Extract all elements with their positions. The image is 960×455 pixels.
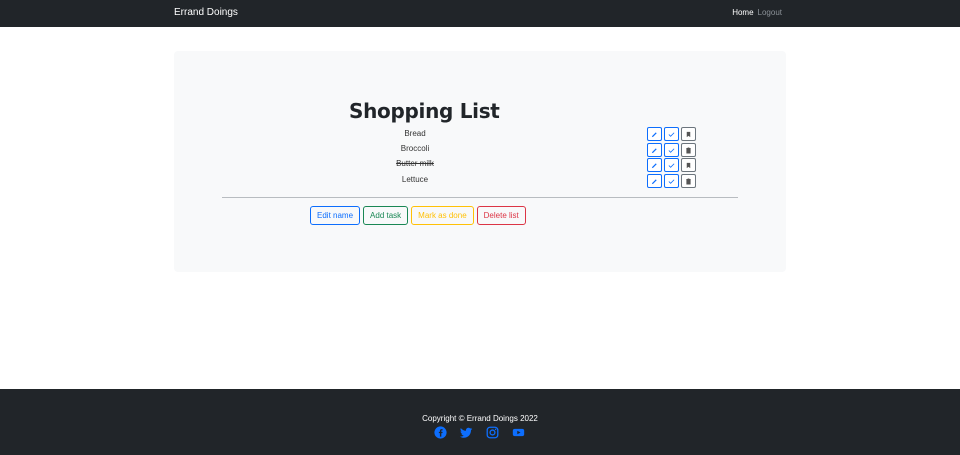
check-icon — [668, 131, 675, 137]
edit-task-button[interactable] — [647, 174, 662, 188]
trash-icon — [686, 178, 691, 184]
instagram-icon[interactable] — [486, 426, 499, 439]
mark-task-done-button[interactable] — [664, 174, 679, 188]
bookmark-task-button[interactable] — [681, 158, 696, 172]
edit-task-button[interactable] — [647, 143, 662, 157]
pencil-icon — [651, 147, 657, 153]
trash-icon — [686, 147, 691, 153]
task-actions-broccoli — [647, 143, 696, 157]
pencil-icon — [651, 162, 657, 168]
pencil-icon — [651, 131, 657, 137]
edit-task-button[interactable] — [647, 158, 662, 172]
list-title: Shopping List — [349, 99, 500, 123]
mark-task-done-button[interactable] — [664, 158, 679, 172]
task-actions-lettuce — [647, 174, 696, 188]
brand-name[interactable]: Errand Doings — [174, 7, 238, 18]
pencil-icon — [651, 178, 657, 184]
youtube-icon[interactable] — [512, 426, 525, 439]
edit-name-button[interactable]: Edit name — [310, 206, 361, 225]
facebook-icon[interactable] — [434, 426, 447, 439]
mark-task-done-button[interactable] — [664, 143, 679, 157]
bookmark-task-button[interactable] — [681, 127, 696, 141]
nav-home-link[interactable]: Home — [732, 8, 753, 17]
task-actions-butter-milk — [647, 158, 696, 172]
nav-links: Home Logout — [732, 8, 782, 17]
check-icon — [668, 147, 675, 153]
bookmark-icon — [686, 162, 691, 168]
add-task-button[interactable]: Add task — [363, 206, 409, 225]
task-actions-bread — [647, 127, 696, 141]
footer: Copyright © Errand Doings 2022 — [0, 389, 960, 455]
task-item-bread: Bread — [404, 129, 426, 138]
navbar: Errand Doings Home Logout — [0, 0, 960, 27]
delete-task-button[interactable] — [681, 174, 696, 188]
edit-task-button[interactable] — [647, 127, 662, 141]
nav-logout-link[interactable]: Logout — [758, 8, 782, 17]
check-icon — [668, 162, 675, 168]
check-icon — [668, 178, 675, 184]
social-links — [434, 426, 525, 439]
divider — [222, 197, 738, 198]
copyright-text: Copyright © Errand Doings 2022 — [422, 414, 538, 423]
mark-task-done-button[interactable] — [664, 127, 679, 141]
bookmark-icon — [686, 131, 691, 137]
twitter-icon[interactable] — [460, 426, 473, 439]
delete-task-button[interactable] — [681, 143, 696, 157]
delete-list-button[interactable]: Delete list — [476, 206, 526, 225]
task-item-butter-milk: Butter milk — [396, 159, 434, 168]
mark-as-done-button[interactable]: Mark as done — [411, 206, 474, 225]
task-item-broccoli: Broccoli — [400, 144, 430, 153]
task-item-lettuce: Lettuce — [401, 175, 429, 184]
list-actions: Edit name Add task Mark as done Delete l… — [310, 206, 526, 225]
